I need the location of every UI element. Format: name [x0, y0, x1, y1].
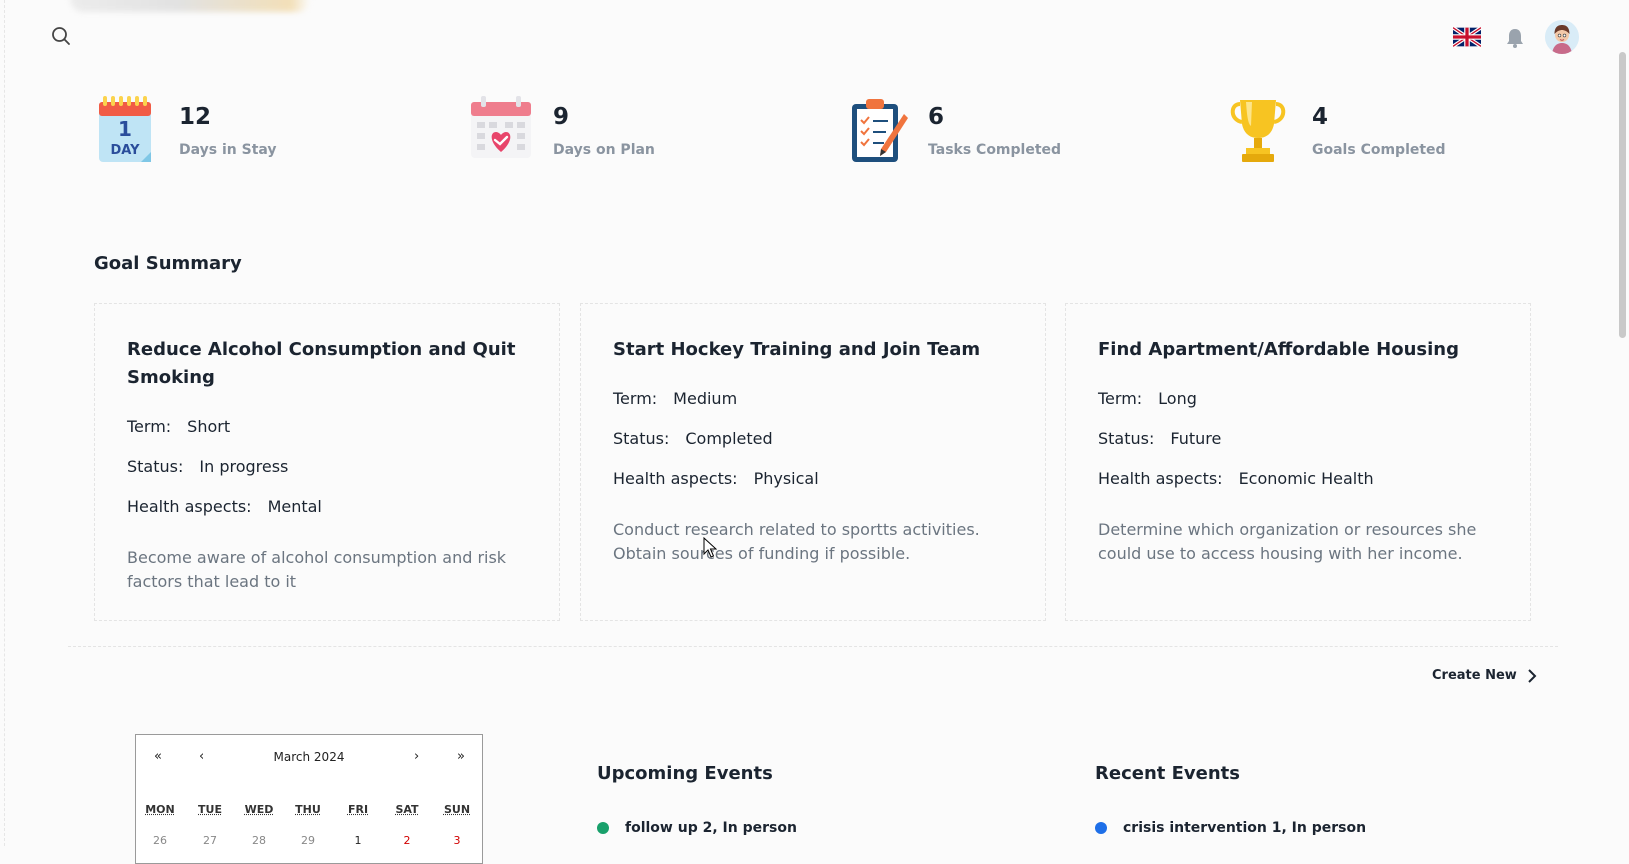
term-value: Short	[187, 417, 231, 436]
status-dot-icon	[597, 822, 609, 834]
stat-value: 6	[928, 104, 945, 130]
calendar-day[interactable]: 29	[288, 834, 328, 847]
goal-term-row: Term: Long	[1098, 389, 1197, 408]
goal-status-row: Status: In progress	[127, 457, 288, 476]
calendar-1-day-icon: 1 DAY	[97, 96, 161, 164]
calendar-day[interactable]: 2	[387, 834, 427, 847]
weekday-mon: MON	[145, 803, 175, 816]
stat-value: 12	[179, 104, 212, 130]
health-value: Economic Health	[1238, 469, 1374, 488]
status-value: In progress	[199, 457, 289, 476]
stat-value: 4	[1312, 104, 1329, 130]
goal-card[interactable]: Reduce Alcohol Consumption and Quit Smok…	[94, 303, 560, 621]
goal-status-row: Status: Future	[1098, 429, 1221, 448]
page-left-border	[4, 0, 6, 846]
calendar-day[interactable]: 1	[338, 834, 378, 847]
term-label: Term:	[1098, 389, 1143, 408]
stat-label: Days on Plan	[553, 142, 655, 158]
next-year-button[interactable]: »	[457, 749, 465, 764]
trophy-icon	[1230, 96, 1294, 164]
recent-event-item[interactable]: crisis intervention 1, In person	[1095, 820, 1366, 836]
goal-title: Reduce Alcohol Consumption and Quit Smok…	[127, 339, 516, 388]
create-new-button[interactable]: Create New	[1432, 668, 1537, 683]
status-label: Status:	[613, 429, 670, 448]
health-value: Physical	[753, 469, 819, 488]
calendar-day[interactable]: 28	[239, 834, 279, 847]
goal-description: Conduct research related to sportts acti…	[613, 520, 980, 563]
weekday-wed: WED	[244, 803, 274, 816]
weekday-sun: SUN	[443, 803, 471, 816]
uk-flag-icon[interactable]	[1451, 26, 1483, 48]
goal-summary-title: Goal Summary	[94, 253, 242, 274]
calendar-day[interactable]: 3	[437, 834, 477, 847]
event-label: follow up 2, In person	[625, 820, 797, 836]
search-icon[interactable]	[50, 25, 72, 47]
stat-label: Days in Stay	[179, 142, 277, 158]
calendar-day[interactable]: 26	[140, 834, 180, 847]
term-label: Term:	[127, 417, 172, 436]
next-month-button[interactable]: ›	[414, 749, 419, 764]
clipboard-checklist-icon	[850, 96, 914, 164]
brand-logo[interactable]	[70, 0, 310, 12]
goal-health-row: Health aspects: Economic Health	[1098, 469, 1374, 488]
weekday-thu: THU	[295, 803, 321, 816]
section-divider	[68, 646, 1558, 647]
goal-title: Start Hockey Training and Join Team	[613, 339, 981, 360]
health-value: Mental	[267, 497, 322, 516]
status-label: Status:	[127, 457, 184, 476]
user-avatar[interactable]	[1545, 20, 1579, 54]
calendar-day[interactable]: 27	[190, 834, 230, 847]
weekday-sat: SAT	[395, 803, 419, 816]
bell-icon[interactable]	[1504, 27, 1526, 49]
term-value: Medium	[673, 389, 738, 408]
mouse-cursor-icon	[703, 537, 717, 558]
vertical-scrollbar[interactable]	[1619, 52, 1626, 338]
event-label: crisis intervention 1, In person	[1123, 820, 1367, 836]
goal-health-row: Health aspects: Physical	[613, 469, 819, 488]
upcoming-events-title: Upcoming Events	[597, 763, 773, 784]
status-value: Future	[1170, 429, 1222, 448]
stat-label: Goals Completed	[1312, 142, 1446, 158]
goal-description: Become aware of alcohol consumption and …	[127, 548, 507, 591]
status-label: Status:	[1098, 429, 1155, 448]
stat-value: 9	[553, 104, 570, 130]
weekday-fri: FRI	[347, 803, 369, 816]
weekday-tue: TUE	[198, 803, 222, 816]
health-label: Health aspects:	[613, 469, 738, 488]
upcoming-event-item[interactable]: follow up 2, In person	[597, 820, 797, 836]
stat-label: Tasks Completed	[928, 142, 1062, 158]
mini-calendar: « ‹ March 2024 › » MON TUE WED THU FRI S…	[135, 734, 483, 864]
goal-title: Find Apartment/Affordable Housing	[1098, 339, 1459, 360]
goal-description: Determine which organization or resource…	[1098, 520, 1477, 563]
goal-status-row: Status: Completed	[613, 429, 773, 448]
status-value: Completed	[685, 429, 773, 448]
svg-text:DAY: DAY	[110, 143, 140, 158]
term-label: Term:	[613, 389, 658, 408]
term-value: Long	[1158, 389, 1197, 408]
goal-card[interactable]: Find Apartment/Affordable Housing Term: L…	[1065, 303, 1531, 621]
recent-events-title: Recent Events	[1095, 763, 1241, 784]
goal-term-row: Term: Short	[127, 417, 230, 436]
svg-text:1: 1	[118, 117, 132, 141]
health-label: Health aspects:	[1098, 469, 1223, 488]
calendar-month-label[interactable]: March 2024	[136, 750, 482, 764]
goal-term-row: Term: Medium	[613, 389, 737, 408]
chevron-right-icon	[1528, 668, 1537, 683]
status-dot-icon	[1095, 822, 1107, 834]
goal-health-row: Health aspects: Mental	[127, 497, 322, 516]
goal-card[interactable]: Start Hockey Training and Join Team Term…	[580, 303, 1046, 621]
create-new-label: Create New	[1432, 668, 1517, 683]
health-label: Health aspects:	[127, 497, 252, 516]
top-bar	[0, 0, 1629, 70]
calendar-heart-icon	[469, 96, 533, 164]
